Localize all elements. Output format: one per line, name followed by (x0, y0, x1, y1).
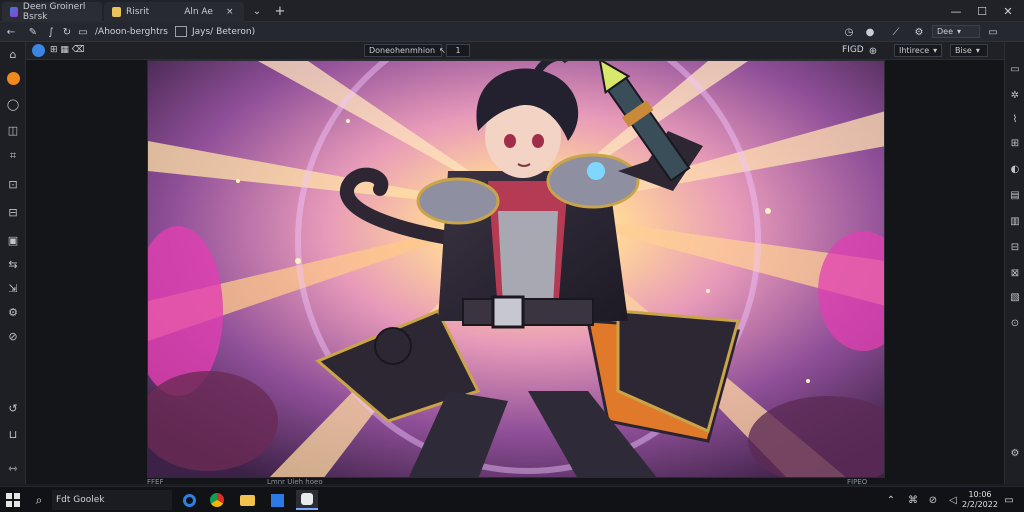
options-toolbar: ⊞ ▦ ⌫ Doneohenmhion ↖ 1 FIGD ⊕ Ihtirece ▾… (26, 42, 1004, 60)
export-icon[interactable]: ⊕ (866, 44, 880, 58)
panel-minimize-icon[interactable]: ▭ (1007, 60, 1023, 78)
crop-tool-icon[interactable]: ⌗ (3, 146, 23, 166)
gear-icon[interactable]: ⚙ (912, 25, 926, 39)
edge-browser-icon[interactable] (178, 490, 200, 510)
document-name-field[interactable]: Doneohenmhion ↖ (364, 44, 446, 57)
view-select-value: Bise (955, 46, 972, 55)
canvas-workspace (26, 60, 1004, 484)
image-tool-icon[interactable]: ▣ (3, 230, 23, 250)
clock-date: 2/2/2022 (962, 500, 998, 509)
status-right: FIPEO (847, 478, 868, 486)
volume-icon[interactable]: ◁ (942, 490, 964, 510)
frame-tool-icon[interactable]: ⊟ (3, 202, 23, 222)
toolbar-right-label: FIGD (842, 45, 864, 55)
panel-layers-icon[interactable]: ⊞ (1007, 134, 1023, 152)
panel-brush-icon[interactable]: ⌇ (1007, 110, 1023, 128)
tray-wifi-icon[interactable]: ⊘ (922, 490, 944, 510)
chrome-browser-icon[interactable] (206, 490, 228, 510)
tray-people-icon[interactable]: ⌘ (902, 490, 924, 510)
status-left: FFEF (147, 478, 164, 486)
profile-select[interactable]: Dee ▾ (932, 25, 980, 38)
start-menu-icon[interactable] (2, 490, 24, 510)
history-tool-icon[interactable]: ⊔ (3, 424, 23, 444)
tab-dropdown-icon[interactable]: ⌄ (250, 4, 264, 18)
active-app-icon[interactable] (296, 490, 318, 510)
panel-settings-icon[interactable]: ⊙ (1007, 314, 1023, 332)
notification-icon[interactable]: ▭ (998, 490, 1020, 510)
panel-history-icon[interactable]: ▥ (1007, 212, 1023, 230)
brush-icon[interactable]: ⟋ (888, 25, 904, 39)
address-bar: ← ✎ ∫ ↻ ▭ /Ahoon-berghtrs Jays/ Beteron)… (0, 22, 1024, 42)
tab-icon (112, 7, 121, 17)
network-icon[interactable]: ⌃ (880, 490, 902, 510)
minimize-button[interactable]: — (944, 3, 968, 19)
canvas-status-bar: FFEF Lmnr Uieh hoeo FIPEO (147, 478, 885, 486)
tab-extra: Aln Ae (184, 7, 213, 17)
document-name-text: Doneohenmhion (369, 46, 436, 55)
clock-time: 10:06 (968, 490, 992, 499)
mode-select[interactable]: Ihtirece ▾ (894, 44, 942, 57)
os-taskbar: ⌕ Fdt Goolek ⌃ ⌘ ⊘ ◁ 10:06 2/2/2022 ▭ (0, 486, 1024, 512)
menu-icon[interactable]: ▭ (986, 25, 1000, 39)
move-tool-icon[interactable]: ⌂ (3, 44, 23, 64)
comment-icon[interactable]: ▭ (76, 25, 90, 39)
compass-tool-icon[interactable]: ⊘ (3, 326, 23, 346)
expand-tool-icon[interactable]: ⇿ (3, 458, 23, 478)
transform-tool-icon[interactable]: ⇆ (3, 254, 23, 274)
tab-label: Deen Groinerl Bsrsk (22, 2, 86, 22)
new-tab-button[interactable]: + (272, 3, 288, 19)
panel-swatch-icon[interactable]: ▤ (1007, 186, 1023, 204)
store-app-icon[interactable] (266, 490, 288, 510)
right-panel-bar: ▭ ✲ ⌇ ⊞ ◐ ▤ ▥ ⊟ ⊠ ▧ ⊙ ⚙ (1004, 42, 1024, 484)
view-select[interactable]: Bise ▾ (950, 44, 988, 57)
text-tool-icon[interactable]: ⊡ (3, 174, 23, 194)
tab-label: Risrit (126, 7, 150, 17)
panel-image-icon[interactable]: ▧ (1007, 288, 1023, 306)
anime-hero-illustration (148, 61, 884, 477)
pencil-icon[interactable]: ✎ (26, 25, 40, 39)
address-path-secondary: Jays/ Beteron) (192, 27, 256, 37)
app-logo-icon (10, 7, 18, 17)
mode-select-value: Ihtirece (899, 46, 930, 55)
panel-text-icon[interactable]: ⊠ (1007, 264, 1023, 282)
page-number-field[interactable]: 1 (446, 44, 470, 57)
clock-icon[interactable]: ◷ (842, 25, 856, 39)
tab-bar: Deen Groinerl Bsrsk Risrit Aln Ae × ⌄ + … (0, 0, 1024, 22)
maximize-button[interactable]: ☐ (970, 3, 994, 19)
layer-tool-icon[interactable]: ◫ (3, 120, 23, 140)
tab-main[interactable]: Deen Groinerl Bsrsk (2, 2, 102, 22)
toolbar-breadcrumb[interactable]: ⊞ ▦ ⌫ (50, 45, 85, 55)
stylus-icon[interactable]: ∫ (44, 25, 58, 39)
undo-tool-icon[interactable]: ↺ (3, 398, 23, 418)
clock[interactable]: 10:06 2/2/2022 (962, 490, 998, 510)
close-icon[interactable]: × (226, 7, 234, 17)
taskbar-search-text: Fdt Goolek (56, 495, 105, 505)
panel-grid-icon[interactable]: ⊟ (1007, 238, 1023, 256)
cursor-icon: ↖ (439, 46, 446, 55)
close-button[interactable]: ✕ (996, 3, 1020, 19)
refresh-icon[interactable]: ↻ (60, 25, 74, 39)
left-toolbar: ⌂ ◯ ◫ ⌗ ⊡ ⊟ ▣ ⇆ ⇲ ⚙ ⊘ ↺ ⊔ ⇿ (0, 42, 26, 484)
adjust-tool-icon[interactable]: ⇲ (3, 278, 23, 298)
address-path[interactable]: /Ahoon-berghtrs (95, 27, 168, 37)
home-icon[interactable] (32, 44, 45, 57)
panel-star-icon[interactable]: ✲ (1007, 86, 1023, 104)
record-tool-icon[interactable] (3, 68, 23, 88)
chat-tool-icon[interactable]: ◯ (3, 94, 23, 114)
frame-icon (175, 26, 187, 37)
tab-second[interactable]: Risrit Aln Ae × (104, 2, 244, 22)
file-explorer-icon[interactable] (236, 490, 258, 510)
search-icon[interactable]: ⌕ (28, 490, 50, 510)
panel-color-icon[interactable]: ◐ (1007, 160, 1023, 178)
artwork-canvas[interactable] (147, 60, 885, 478)
taskbar-search-box[interactable]: Fdt Goolek (52, 490, 172, 510)
globe-icon[interactable]: ● (863, 25, 877, 39)
panel-gear-icon[interactable]: ⚙ (1007, 444, 1023, 462)
settings-tool-icon[interactable]: ⚙ (3, 302, 23, 322)
back-icon[interactable]: ← (4, 25, 18, 39)
status-center: Lmnr Uieh hoeo (267, 478, 323, 486)
